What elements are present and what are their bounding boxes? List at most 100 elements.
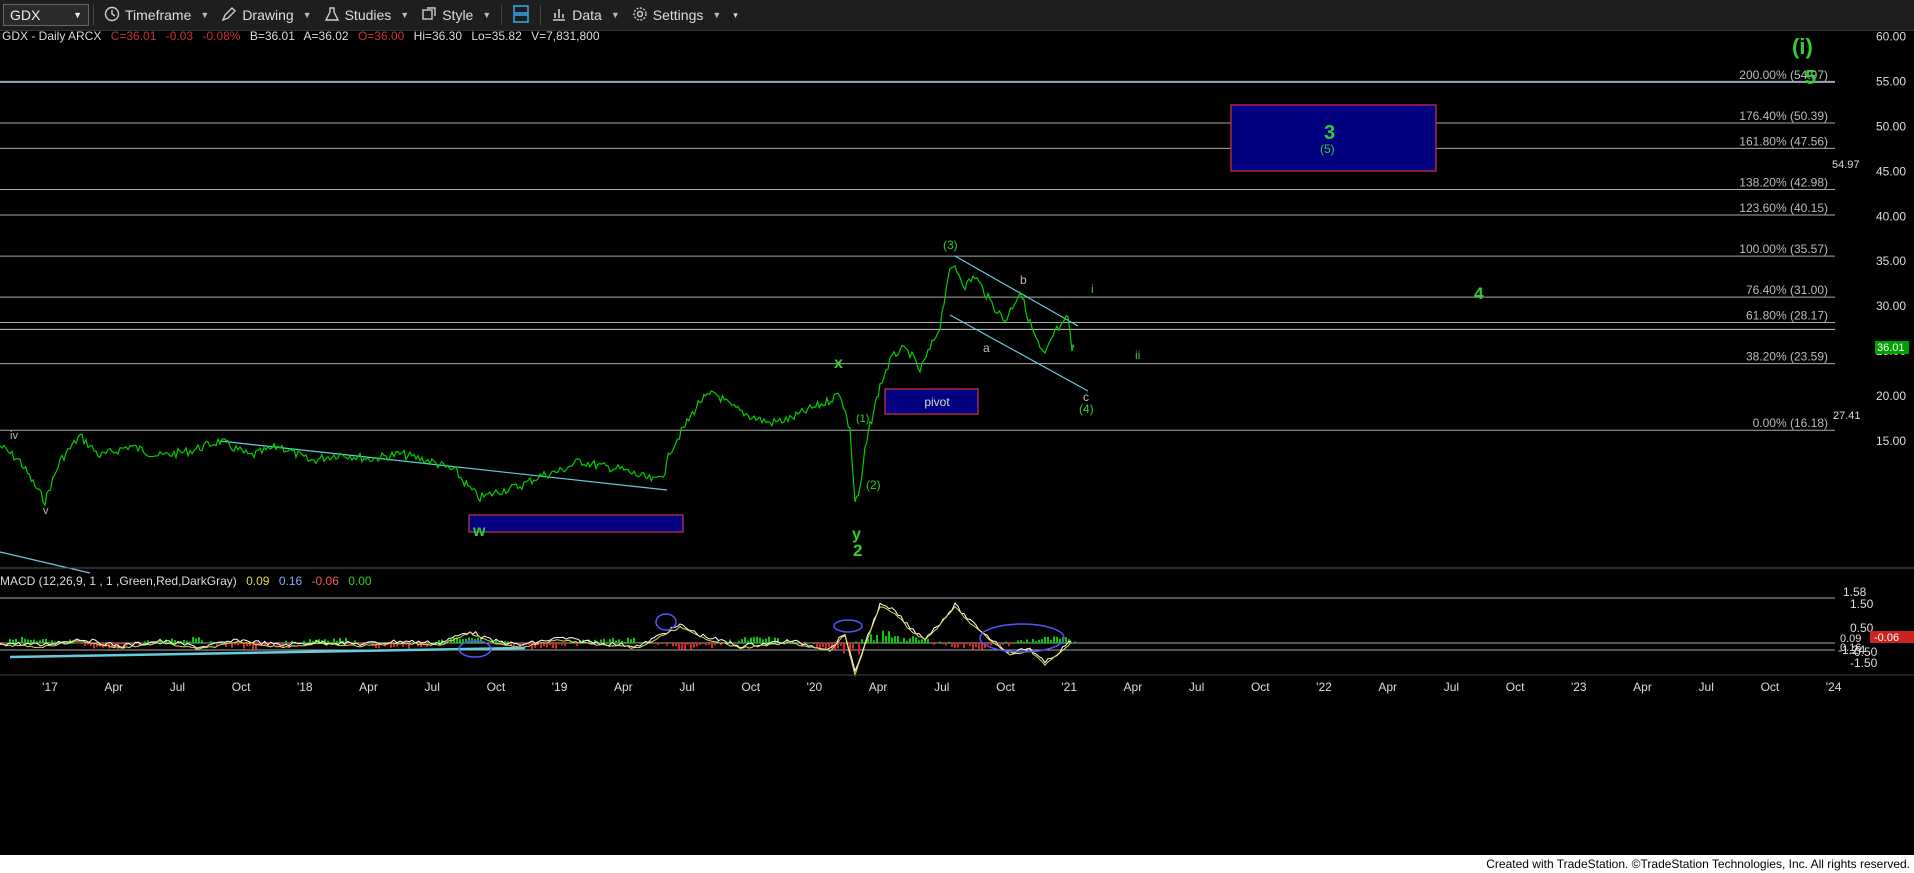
macd-bar	[477, 637, 479, 643]
macd-bar	[762, 639, 764, 643]
toolbar-more-button[interactable]: ▾	[727, 2, 744, 28]
macd-bar	[753, 636, 755, 643]
time-axis-label: Oct	[487, 680, 506, 694]
time-axis-label: '23	[1571, 680, 1587, 694]
macd-bar	[333, 638, 335, 643]
macd-bar	[840, 643, 842, 646]
macd-bar	[540, 643, 542, 648]
macd-bar	[990, 643, 992, 646]
macd-bar	[969, 643, 971, 646]
last-price-tag: 36.01	[1877, 342, 1905, 354]
channel-upper-line[interactable]	[954, 255, 1079, 327]
data-button[interactable]: Data ▼	[545, 2, 626, 28]
macd-bar	[1032, 638, 1034, 643]
macd-bar	[804, 642, 806, 643]
macd-bar	[1017, 640, 1019, 643]
macd-oval[interactable]	[833, 619, 863, 633]
caret-down-icon: ▾	[733, 9, 738, 20]
price-chart[interactable]: GDX - Daily ARCX C=36.01 -0.03 -0.08% B=…	[0, 31, 1914, 855]
time-axis-label: Oct	[1251, 680, 1270, 694]
macd-bar	[1023, 641, 1025, 643]
pct-value: -0.08%	[202, 31, 240, 43]
macd-bar	[231, 643, 233, 648]
price-axis-label: 55.00	[1876, 75, 1906, 89]
macd-oval[interactable]	[979, 623, 1065, 653]
macd-oval[interactable]	[655, 613, 677, 631]
macd-bar	[915, 637, 917, 643]
macd-bar	[1020, 640, 1022, 643]
support-box[interactable]	[468, 514, 684, 533]
timeframe-button[interactable]: Timeframe ▼	[98, 2, 215, 28]
trend-line[interactable]	[219, 440, 668, 491]
macd-bar	[1041, 639, 1043, 643]
macd-bar	[708, 643, 710, 645]
trend-line-low[interactable]	[0, 551, 91, 574]
time-axis-label: Apr	[359, 680, 378, 694]
macd-bar	[606, 641, 608, 643]
macd-bar	[168, 642, 170, 643]
macd-bar	[444, 641, 446, 643]
wave-1-minor-label: (1)	[856, 413, 869, 425]
macd-bar	[681, 643, 683, 650]
macd-bar	[600, 639, 602, 643]
macd-bar	[945, 643, 947, 646]
macd-bar	[1029, 642, 1031, 643]
time-axis-label: Jul	[1699, 680, 1714, 694]
wave-4-minor-label: (4)	[1079, 402, 1094, 416]
macd-bar	[195, 638, 197, 643]
macd-bar	[36, 641, 38, 643]
macd-bar	[54, 641, 56, 643]
macd-bar	[558, 643, 560, 645]
volume-value: V=7,831,800	[531, 31, 600, 43]
timeframe-label: Timeframe	[125, 7, 192, 23]
layout-icon	[512, 4, 530, 27]
macd-bar	[459, 639, 461, 643]
macd-bar	[876, 634, 878, 643]
macd-bar	[240, 643, 242, 644]
macd-bar	[861, 639, 863, 643]
time-axis-label: Apr	[614, 680, 633, 694]
macd-bar	[354, 640, 356, 643]
studies-button[interactable]: Studies ▼	[318, 2, 416, 28]
macd-bar	[330, 642, 332, 643]
close-value: C=36.01	[111, 31, 157, 43]
macd-bar	[549, 643, 551, 646]
layout-button[interactable]	[506, 2, 536, 28]
wave-v-label: v	[43, 505, 49, 517]
macd-bar	[690, 643, 692, 650]
macd-bar	[903, 637, 905, 643]
macd-bar	[987, 643, 989, 645]
macd-bar	[201, 640, 203, 643]
macd-bar	[711, 643, 713, 648]
macd-bar	[552, 643, 554, 649]
macd-axis-label: -1.24	[1838, 643, 1866, 657]
wave-3-label: 3	[1324, 122, 1335, 144]
macd-bar	[714, 643, 716, 646]
time-axis-label: Apr	[104, 680, 123, 694]
macd-bar	[192, 636, 194, 643]
wave-b-label: b	[1020, 273, 1027, 287]
macd-bar	[9, 639, 11, 643]
wave-5-label: 5	[1805, 67, 1816, 89]
channel-lower-line[interactable]	[949, 314, 1089, 392]
macd-bar	[48, 641, 50, 643]
symbol-selector[interactable]: GDX ▼	[3, 4, 89, 26]
time-axis-label: Jul	[170, 680, 185, 694]
style-button[interactable]: Style ▼	[415, 2, 497, 28]
macd-bar	[1053, 636, 1055, 643]
lo-value: Lo=35.82	[471, 31, 522, 43]
macd-bar	[873, 640, 875, 643]
settings-button[interactable]: Settings ▼	[626, 2, 728, 28]
macd-trend-line[interactable]	[9, 646, 526, 659]
wave-2-minor-label: (2)	[866, 478, 881, 492]
macd-bar	[210, 641, 212, 643]
macd-bar	[1038, 639, 1040, 643]
macd-bar	[696, 643, 698, 647]
time-axis: '17 Apr Jul Oct '18 Apr Jul Oct '19 Apr Jul Oct '20 A…	[42, 680, 1842, 694]
macd-bar	[843, 643, 845, 654]
macd-bar	[657, 643, 659, 645]
drawing-button[interactable]: Drawing ▼	[215, 2, 317, 28]
macd-value-2: 0.16	[279, 574, 303, 588]
macd-bar	[927, 638, 929, 643]
clock-icon	[104, 6, 120, 25]
